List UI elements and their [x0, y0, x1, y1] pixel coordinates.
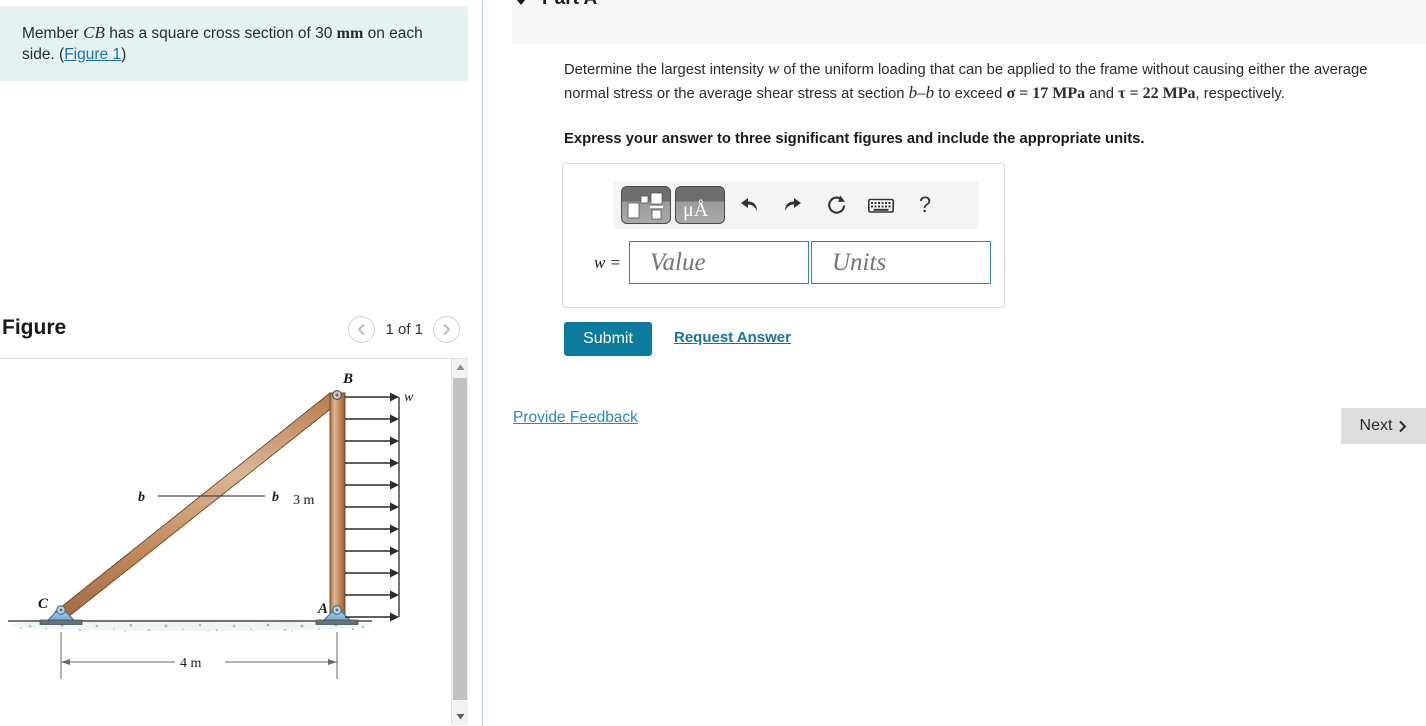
- problem-mid: has a square cross section of 30: [104, 25, 337, 42]
- question-text: Determine the largest intensity w of the…: [564, 58, 1402, 105]
- label-c-joint: C: [38, 596, 49, 612]
- answer-variable-label: w =: [593, 252, 621, 272]
- triangle-down-icon: [456, 714, 464, 720]
- sigma-expression: σ = 17 MPa: [1006, 84, 1086, 102]
- figure-counter: 1 of 1: [385, 321, 423, 338]
- chevron-right-icon: [443, 323, 451, 336]
- problem-statement-box: Member CB has a square cross section of …: [0, 6, 468, 81]
- keyboard-glyph: [868, 198, 894, 213]
- label-b-joint: B: [342, 371, 353, 387]
- part-title: Part A: [542, 0, 597, 10]
- math-template-glyph: [627, 192, 663, 220]
- undo-arrow-icon[interactable]: [729, 186, 769, 224]
- triangle-down-icon[interactable]: [512, 0, 530, 5]
- dim-label-3m: 3 m: [293, 493, 315, 508]
- label-a-joint: A: [317, 601, 328, 617]
- dim-label-4m: 4 m: [180, 656, 202, 671]
- label-section-b-left: b: [138, 490, 145, 505]
- question-var-w: w: [767, 59, 780, 78]
- figure-prev-button[interactable]: [348, 316, 376, 343]
- next-button[interactable]: Next: [1341, 408, 1426, 444]
- figure-1-link[interactable]: Figure 1: [64, 46, 121, 63]
- question-mark-icon[interactable]: ?: [905, 186, 945, 224]
- value-input[interactable]: [629, 241, 809, 284]
- answer-row: w =: [579, 241, 991, 284]
- scrollbar-thumb[interactable]: [453, 378, 467, 700]
- question-seg5: , respectively.: [1195, 85, 1285, 102]
- provide-feedback-link[interactable]: Provide Feedback: [513, 409, 638, 427]
- distributed-load-arrowheads: [390, 392, 399, 622]
- frame-diagram: B A C b b w 3 m 4 m: [8, 371, 414, 679]
- problem-statement-text: Member CB has a square cross section of …: [22, 22, 446, 65]
- figure-header: Figure 1 of 1: [0, 316, 468, 356]
- right-panel: Part A Determine the largest intensity w…: [483, 0, 1426, 726]
- question-seg4: and: [1085, 85, 1119, 102]
- left-panel: Member CB has a square cross section of …: [0, 0, 480, 726]
- request-answer-link[interactable]: Request Answer: [674, 329, 791, 346]
- math-template-icon[interactable]: [621, 186, 671, 224]
- instruction-text: Express your answer to three significant…: [564, 131, 1145, 147]
- problem-end: ): [121, 46, 127, 63]
- member-label: CB: [83, 23, 105, 42]
- member-ab: [329, 392, 346, 618]
- undo-glyph: [741, 198, 757, 211]
- distributed-load-arrows: [345, 396, 390, 618]
- figure-section-title: Figure: [2, 316, 67, 339]
- math-toolbar: μÅ ?: [613, 181, 979, 229]
- reset-glyph: [828, 195, 846, 214]
- label-w: w: [404, 390, 414, 405]
- chevron-left-icon: [358, 323, 366, 336]
- question-section-label: b–b: [908, 82, 935, 102]
- part-header[interactable]: Part A: [512, 0, 597, 10]
- question-seg3: to exceed: [934, 85, 1007, 102]
- next-button-label: Next: [1359, 417, 1393, 434]
- units-mu-angstrom-icon[interactable]: μÅ: [675, 186, 725, 224]
- figure-scrollbar[interactable]: [451, 359, 468, 725]
- label-section-b-right: b: [272, 490, 279, 505]
- keyboard-icon[interactable]: [861, 186, 901, 224]
- figure-next-button[interactable]: [433, 316, 460, 343]
- figure-navigation: 1 of 1: [348, 316, 460, 343]
- redo-glyph: [785, 198, 801, 211]
- figure-canvas: B A C b b w 3 m 4 m: [0, 359, 440, 725]
- units-glyph: μÅ: [683, 199, 709, 221]
- scrollbar-up-button[interactable]: [452, 359, 468, 376]
- help-label: ?: [918, 192, 932, 217]
- problem-prefix: Member: [22, 25, 84, 42]
- units-input[interactable]: [811, 241, 991, 284]
- part-header-band: [512, 0, 1426, 44]
- svg-text:μÅ: μÅ: [683, 199, 709, 221]
- redo-arrow-icon[interactable]: [773, 186, 813, 224]
- unit-mm: mm: [336, 25, 364, 42]
- answer-entry-box: μÅ ? w = Value Units: [562, 163, 1005, 308]
- chevron-right-icon: [1399, 420, 1407, 432]
- question-seg1: Determine the largest intensity: [564, 62, 768, 78]
- figure-viewport: B A C b b w 3 m 4 m: [0, 358, 468, 726]
- submit-button[interactable]: Submit: [564, 322, 652, 356]
- triangle-up-icon: [456, 364, 464, 370]
- tau-expression: τ = 22 MPa: [1118, 84, 1196, 102]
- scrollbar-down-button[interactable]: [452, 708, 468, 725]
- reset-circular-arrow-icon[interactable]: [817, 186, 857, 224]
- mastering-engineering-problem-page: Member CB has a square cross section of …: [0, 0, 1426, 726]
